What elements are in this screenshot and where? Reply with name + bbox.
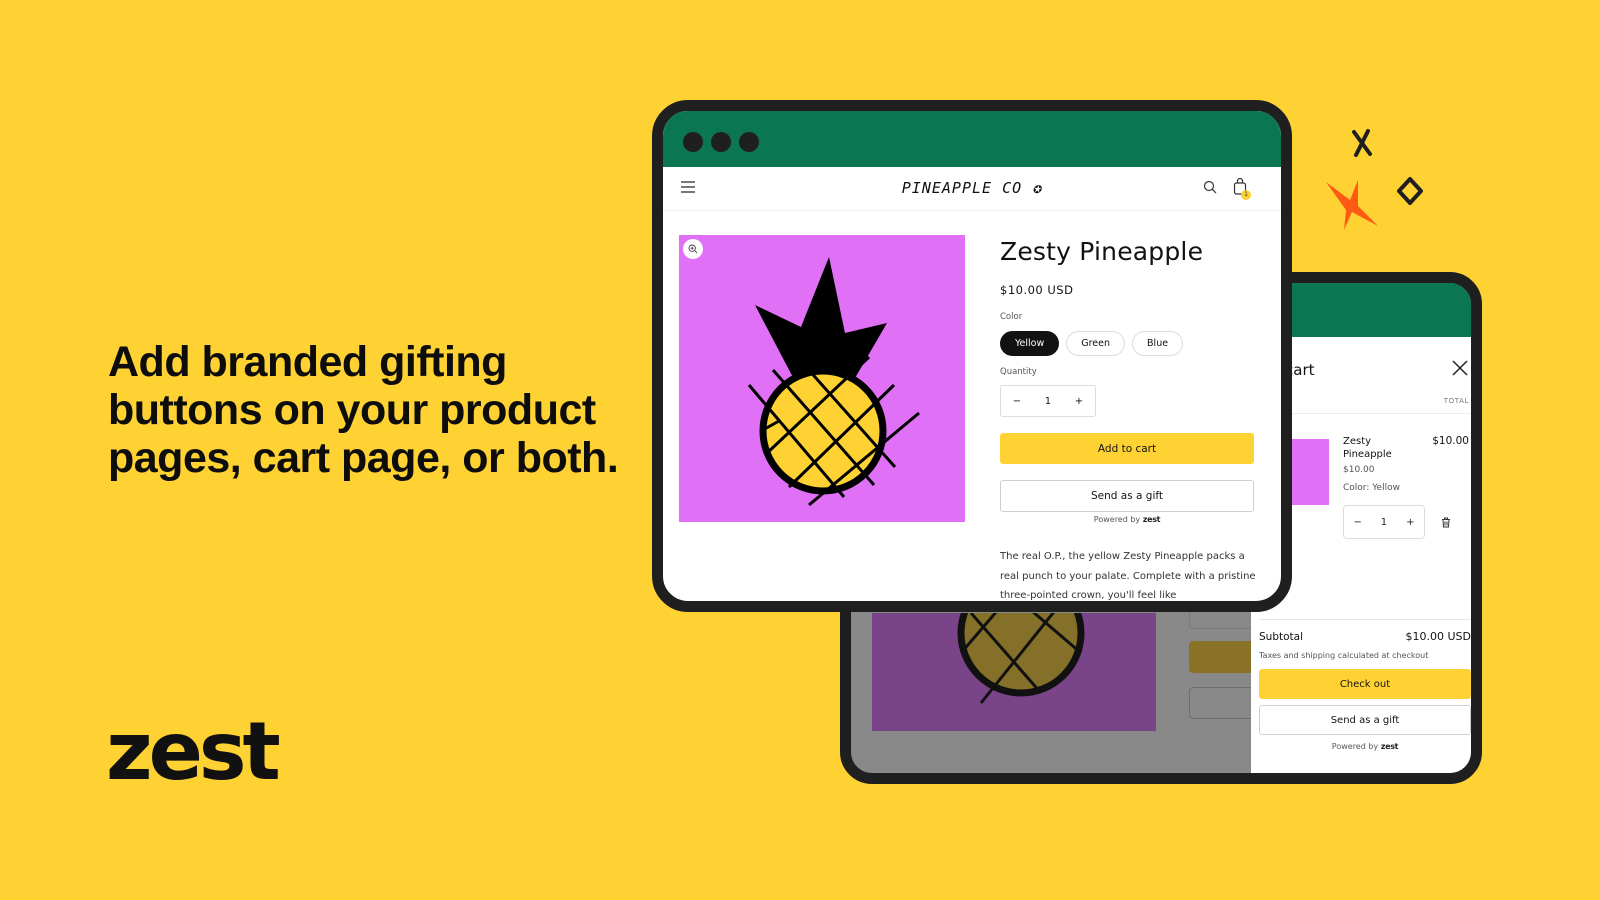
decrease-button[interactable]: − bbox=[1353, 517, 1361, 528]
powered-by-label: Powered by bbox=[1331, 742, 1379, 751]
increase-button[interactable]: + bbox=[1075, 396, 1083, 407]
color-option-green[interactable]: Green bbox=[1066, 331, 1126, 356]
cart-item-name[interactable]: Zesty Pineapple bbox=[1343, 435, 1413, 461]
zest-mini-logo: zest bbox=[1380, 742, 1399, 751]
powered-by-label: Powered by bbox=[1093, 515, 1141, 524]
quantity-stepper: − 1 + bbox=[1000, 385, 1096, 417]
cart-item-line-total: $10.00 bbox=[1432, 435, 1469, 447]
checkout-button[interactable]: Check out bbox=[1259, 669, 1471, 699]
product-price: $10.00 USD bbox=[1000, 283, 1074, 297]
quantity-label: Quantity bbox=[1000, 367, 1037, 377]
total-column-header: TOTAL bbox=[1443, 397, 1469, 405]
window-dot-icon bbox=[739, 132, 759, 152]
color-option-yellow[interactable]: Yellow bbox=[1000, 331, 1060, 356]
diamond-icon bbox=[1397, 177, 1423, 205]
cart-quantity-stepper: − 1 + bbox=[1343, 505, 1425, 539]
product-image[interactable] bbox=[679, 235, 965, 522]
decrease-button[interactable]: − bbox=[1013, 396, 1021, 407]
zest-mini-logo: zest bbox=[1142, 515, 1161, 524]
headline-line-1: Add branded gifting bbox=[108, 338, 507, 386]
cart-send-gift-button[interactable]: Send as a gift bbox=[1259, 705, 1471, 735]
pineapple-logo-icon: ✪ bbox=[1032, 179, 1043, 197]
hero-headline: Add branded gifting buttons on your prod… bbox=[108, 338, 628, 482]
product-description: The real O.P., the yellow Zesty Pineappl… bbox=[1000, 551, 1256, 601]
tax-note: Taxes and shipping calculated at checkou… bbox=[1259, 651, 1429, 660]
increase-button[interactable]: + bbox=[1406, 517, 1414, 528]
subtotal-value: $10.00 USD bbox=[1405, 630, 1472, 643]
window-dot-icon bbox=[683, 132, 703, 152]
powered-by-zest: Powered by zest bbox=[1259, 742, 1471, 751]
x-mark-icon bbox=[1352, 129, 1372, 157]
product-window: PINEAPPLE CO ✪ 1 Zesty Pineapple $10.00 … bbox=[652, 100, 1292, 612]
color-label: Color bbox=[1000, 312, 1023, 322]
quantity-value[interactable]: 1 bbox=[1045, 396, 1051, 407]
subtotal-label: Subtotal bbox=[1259, 631, 1303, 643]
color-option-blue[interactable]: Blue bbox=[1132, 331, 1184, 356]
window-dot-icon bbox=[711, 132, 731, 152]
cart-quantity-value[interactable]: 1 bbox=[1381, 517, 1387, 528]
zoom-in-icon[interactable] bbox=[683, 239, 703, 259]
cart-item-variant: Color: Yellow bbox=[1343, 483, 1400, 493]
store-header: PINEAPPLE CO ✪ 1 bbox=[663, 167, 1281, 211]
headline-line-2: buttons on your product bbox=[108, 386, 596, 434]
pineapple-illustration bbox=[747, 257, 920, 507]
star-icon bbox=[1326, 180, 1378, 230]
store-logo[interactable]: PINEAPPLE CO ✪ bbox=[663, 179, 1281, 197]
divider bbox=[1259, 619, 1471, 620]
cart-item-unit-price: $10.00 bbox=[1343, 465, 1375, 475]
send-as-gift-button[interactable]: Send as a gift bbox=[1000, 480, 1254, 512]
headline-line-3: pages, cart page, or both. bbox=[108, 434, 619, 482]
trash-icon[interactable] bbox=[1441, 517, 1451, 531]
search-icon[interactable] bbox=[1203, 180, 1217, 194]
powered-by-zest: Powered by zest bbox=[1000, 515, 1254, 524]
close-icon[interactable] bbox=[1451, 359, 1469, 382]
store-name: PINEAPPLE CO bbox=[901, 179, 1023, 197]
browser-titlebar bbox=[663, 111, 1281, 167]
cart-count-badge: 1 bbox=[1241, 190, 1251, 200]
pineapple-icon-dimmed bbox=[957, 613, 1085, 704]
color-options: Yellow Green Blue bbox=[1000, 331, 1184, 356]
product-title: Zesty Pineapple bbox=[1000, 237, 1204, 266]
add-to-cart-button[interactable]: Add to cart bbox=[1000, 433, 1254, 464]
zest-logo: zest bbox=[106, 705, 281, 798]
